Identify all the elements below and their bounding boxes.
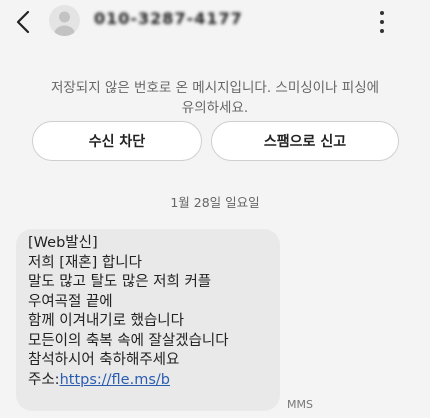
message-bubble[interactable]: [Web발신] 저희 [재혼] 합니다 말도 많고 탈도 많은 저희 커플 우여… [16, 229, 280, 411]
notice-line: 유의하세요. [181, 100, 249, 116]
date-separator: 1월 28일 일요일 [170, 195, 260, 210]
message-line: 저희 [재혼] 합니다 [28, 254, 142, 271]
app-header: 010-3287-4177 [0, 0, 430, 44]
more-vertical-icon [380, 11, 384, 15]
message-link[interactable]: https://fle.ms/b [60, 372, 170, 388]
block-number-button[interactable]: 수신 차단 [32, 121, 202, 161]
link-prefix: 주소: [28, 371, 60, 388]
unknown-sender-notice: 저장되지 않은 번호로 온 메시지입니다. 스미싱이나 피싱에 유의하세요. [20, 78, 410, 118]
person-silhouette-icon [54, 11, 75, 36]
chevron-left-icon [16, 10, 30, 34]
report-spam-button[interactable]: 스팸으로 신고 [211, 121, 399, 161]
message-line: 모든이의 축복 속에 잘살겠습니다 [28, 332, 229, 349]
more-options-button[interactable] [378, 11, 386, 33]
message-line: [Web발신] [28, 235, 98, 251]
message-line: 말도 많고 탈도 많은 저희 커플 [28, 274, 212, 290]
message-link-line: 주소:https://fle.ms/b [28, 371, 270, 391]
contact-avatar[interactable] [49, 5, 80, 36]
message-line: 우여곡절 끝에 [28, 293, 113, 310]
message-type-label: MMS [287, 398, 313, 411]
notice-line: 저장되지 않은 번호로 온 메시지입니다. 스미싱이나 피싱에 [50, 80, 380, 96]
contact-name[interactable]: 010-3287-4177 [94, 9, 243, 28]
message-line: 함께 이겨내기로 했습니다 [28, 313, 184, 329]
back-button[interactable] [10, 8, 36, 36]
message-line: 참석하시어 축하해주세요 [28, 352, 180, 368]
